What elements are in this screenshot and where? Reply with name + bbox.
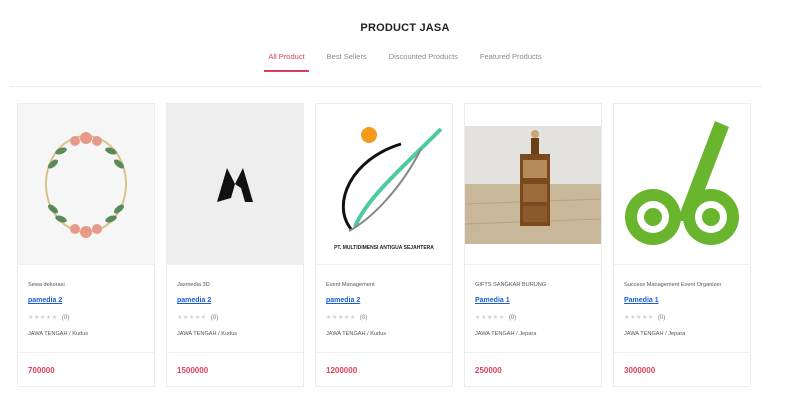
price-row: 250000 <box>465 352 601 387</box>
vendor-link[interactable]: pamedia 2 <box>177 297 211 304</box>
rating: ★★★★★ (0) <box>28 314 69 321</box>
floral-wreath-image[interactable] <box>18 104 154 264</box>
product-price: 1200000 <box>326 366 358 375</box>
price-row: 3000000 <box>614 352 750 387</box>
product-name[interactable]: Success Management Event Organizer <box>624 282 721 288</box>
rating-count: (0) <box>210 315 219 321</box>
company-logo-caption: PT. MULTIDIMENSI ANTIGUA SEJAHTERA <box>334 245 434 251</box>
product-tabs: All Product Best Sellers Discounted Prod… <box>0 52 810 72</box>
price-row: 700000 <box>18 352 154 387</box>
price-row: 1200000 <box>316 352 452 387</box>
vendor-link[interactable]: pamedia 2 <box>28 297 62 304</box>
green-check-logo-image[interactable] <box>614 104 750 264</box>
product-info: GIFTS SANGKAR BURUNG Pamedia 1 ★★★★★ (0) … <box>465 264 601 352</box>
bird-cage-photo[interactable] <box>465 104 601 264</box>
price-row: 1500000 <box>167 352 303 387</box>
product-card[interactable]: Jasmedia 3D pamedia 2 ★★★★★ (0) JAWA TENG… <box>166 103 304 387</box>
rating: ★★★★★ (0) <box>475 314 516 321</box>
product-name[interactable]: Sewa dekorasi <box>28 282 65 288</box>
rating-count: (0) <box>61 315 70 321</box>
tab-featured-products[interactable]: Featured Products <box>478 52 544 69</box>
product-info: Success Management Event Organizer Pamed… <box>614 264 750 352</box>
vendor-link[interactable]: Pamedia 1 <box>624 297 659 304</box>
rating-count: (0) <box>359 315 368 321</box>
company-logo-image[interactable]: PT. MULTIDIMENSI ANTIGUA SEJAHTERA <box>316 104 452 264</box>
rating-stars: ★★★★★ <box>28 315 58 321</box>
product-card[interactable]: Sewa dekorasi pamedia 2 ★★★★★ (0) JAWA TE… <box>17 103 155 387</box>
rating-count: (0) <box>657 315 666 321</box>
m-logo-image[interactable] <box>167 104 303 264</box>
vendor-link[interactable]: pamedia 2 <box>326 297 360 304</box>
rating-count: (0) <box>508 315 517 321</box>
product-location: JAWA TENGAH / Jepara <box>624 331 686 337</box>
product-name[interactable]: GIFTS SANGKAR BURUNG <box>475 282 546 288</box>
product-name[interactable]: Event Management <box>326 282 375 288</box>
rating-stars: ★★★★★ <box>177 315 207 321</box>
product-card[interactable]: PT. MULTIDIMENSI ANTIGUA SEJAHTERA Event… <box>315 103 453 387</box>
product-location: JAWA TENGAH / Kudus <box>177 331 238 337</box>
rating: ★★★★★ (0) <box>624 314 665 321</box>
tab-discounted-products[interactable]: Discounted Products <box>387 52 460 69</box>
product-price: 250000 <box>475 366 502 375</box>
product-price: 3000000 <box>624 366 656 375</box>
product-card[interactable]: Success Management Event Organizer Pamed… <box>613 103 751 387</box>
product-card[interactable]: GIFTS SANGKAR BURUNG Pamedia 1 ★★★★★ (0) … <box>464 103 602 387</box>
rating: ★★★★★ (0) <box>326 314 367 321</box>
tab-best-sellers[interactable]: Best Sellers <box>325 52 369 69</box>
product-info: Event Management pamedia 2 ★★★★★ (0) JAWA… <box>316 264 452 352</box>
rating-stars: ★★★★★ <box>475 315 505 321</box>
product-location: JAWA TENGAH / Kudus <box>326 331 387 337</box>
product-info: Sewa dekorasi pamedia 2 ★★★★★ (0) JAWA TE… <box>18 264 154 352</box>
section-title: PRODUCT JASA <box>360 22 450 34</box>
vendor-link[interactable]: Pamedia 1 <box>475 297 510 304</box>
rating: ★★★★★ (0) <box>177 314 218 321</box>
product-price: 700000 <box>28 366 55 375</box>
product-location: JAWA TENGAH / Jepara <box>475 331 537 337</box>
rating-stars: ★★★★★ <box>624 315 654 321</box>
product-price: 1500000 <box>177 366 209 375</box>
divider <box>10 86 762 87</box>
tab-all-product[interactable]: All Product <box>264 52 309 72</box>
product-name[interactable]: Jasmedia 3D <box>177 282 210 288</box>
product-info: Jasmedia 3D pamedia 2 ★★★★★ (0) JAWA TENG… <box>167 264 303 352</box>
product-location: JAWA TENGAH / Kudus <box>28 331 89 337</box>
rating-stars: ★★★★★ <box>326 315 356 321</box>
